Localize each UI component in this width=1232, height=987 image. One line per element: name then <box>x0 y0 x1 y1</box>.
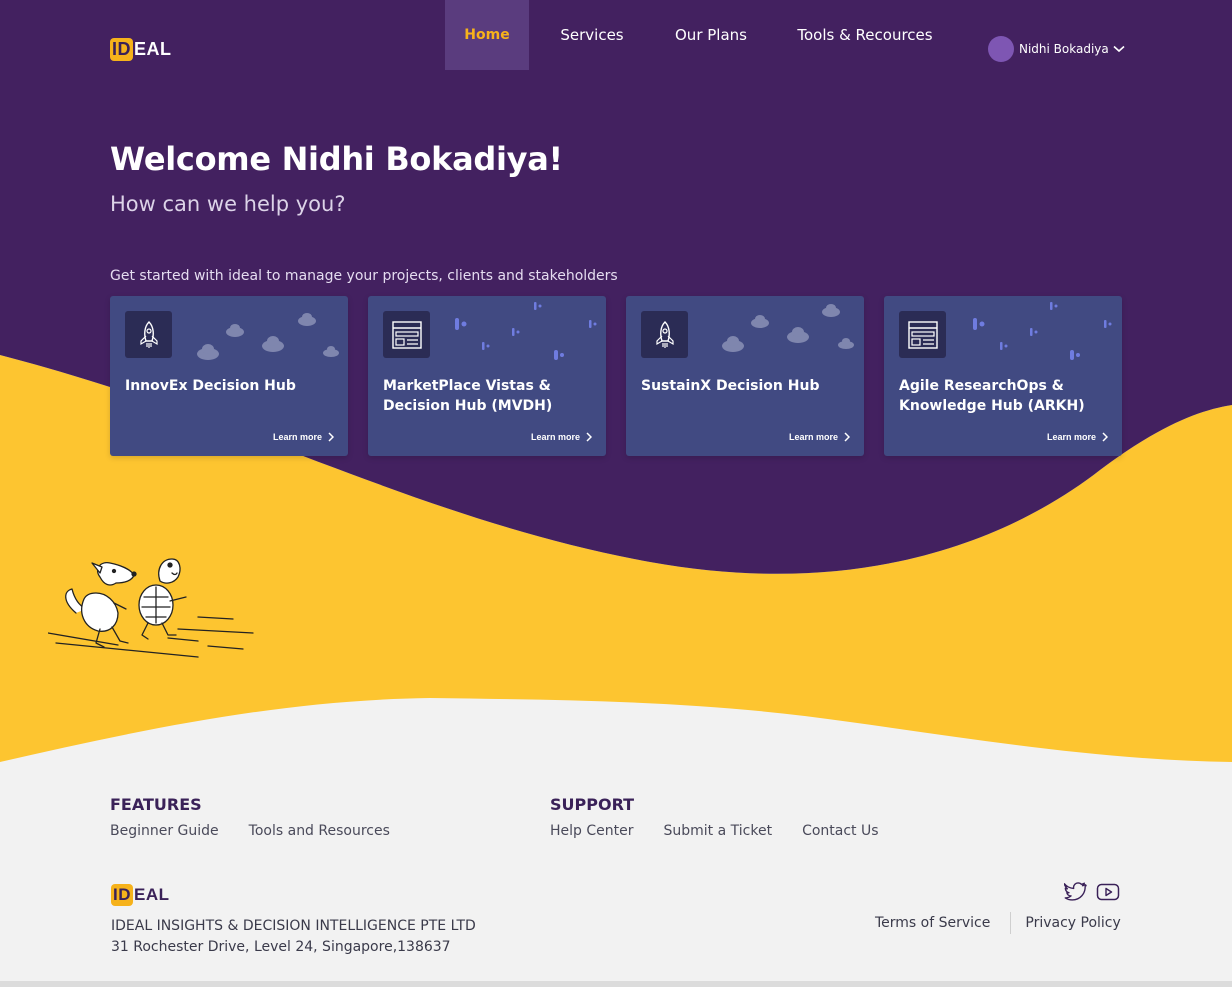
chevron-right-icon <box>1102 432 1108 442</box>
link-tools-resources[interactable]: Tools and Resources <box>249 823 390 839</box>
company-name: IDEAL INSIGHTS & DECISION INTELLIGENCE P… <box>111 918 476 934</box>
support-heading: SUPPORT <box>550 795 635 814</box>
card-sustainx[interactable]: SustainX Decision Hub Learn more <box>626 296 864 456</box>
dots-decoration <box>455 302 597 360</box>
social-links <box>1064 882 1120 902</box>
dots-decoration <box>973 302 1112 360</box>
running-mascots-illustration <box>48 558 254 658</box>
hub-cards: InnovEx Decision Hub Learn more MarketPl… <box>110 296 1122 456</box>
logo-text: EAL <box>134 39 172 59</box>
divider <box>1010 912 1012 934</box>
learn-more-label: Learn more <box>530 432 580 442</box>
features-links: Beginner Guide Tools and Resources <box>110 823 390 839</box>
learn-more-link[interactable]: Learn more <box>789 432 850 442</box>
learn-more-link[interactable]: Learn more <box>1047 432 1108 442</box>
nav-services[interactable]: Services <box>529 0 655 70</box>
card-marketplace-vistas[interactable]: MarketPlace Vistas & Decision Hub (MVDH)… <box>368 296 606 456</box>
welcome-heading: Welcome Nidhi Bokadiya! <box>110 140 563 178</box>
learn-more-label: Learn more <box>788 432 838 442</box>
chevron-right-icon <box>586 432 592 442</box>
logo-mark: ID <box>111 884 133 906</box>
features-heading: FEATURES <box>110 795 202 814</box>
card-innovex[interactable]: InnovEx Decision Hub Learn more <box>110 296 348 456</box>
user-name: Nidhi Bokadiya <box>1019 42 1109 56</box>
avatar[interactable] <box>988 36 1014 62</box>
clouds-decoration <box>722 304 854 352</box>
layout-icon <box>383 311 430 358</box>
link-submit-ticket[interactable]: Submit a Ticket <box>664 823 773 839</box>
link-help-center[interactable]: Help Center <box>550 823 634 839</box>
youtube-icon[interactable] <box>1096 882 1120 902</box>
nav-our-plans[interactable]: Our Plans <box>655 0 767 70</box>
nav-tools-resources[interactable]: Tools & Recources <box>767 0 963 70</box>
card-agile-researchops[interactable]: Agile ResearchOps & Knowledge Hub (ARKH)… <box>884 296 1122 456</box>
learn-more-label: Learn more <box>1046 432 1096 442</box>
layout-icon <box>899 311 946 358</box>
get-started-text: Get started with ideal to manage your pr… <box>110 268 618 284</box>
card-title: MarketPlace Vistas & Decision Hub (MVDH) <box>383 378 553 414</box>
card-title: SustainX Decision Hub <box>641 378 820 394</box>
chevron-right-icon <box>328 432 334 442</box>
company-address: 31 Rochester Drive, Level 24, Singapore,… <box>111 939 451 955</box>
chevron-right-icon <box>844 432 850 442</box>
logo-text: EAL <box>134 885 170 904</box>
clouds-decoration <box>197 313 339 360</box>
support-links: Help Center Submit a Ticket Contact Us <box>550 823 879 839</box>
chevron-down-icon[interactable] <box>1113 45 1125 53</box>
rocket-icon <box>125 311 172 358</box>
logo-mark: ID <box>110 38 133 61</box>
link-terms-of-service[interactable]: Terms of Service <box>875 915 990 931</box>
learn-more-label: Learn more <box>272 432 322 442</box>
legal-links: Terms of Service Privacy Policy <box>875 912 1121 934</box>
footer-logo[interactable]: ID EAL <box>111 884 170 906</box>
twitter-icon[interactable] <box>1064 882 1088 902</box>
user-menu[interactable]: Nidhi Bokadiya <box>988 36 1125 62</box>
link-contact-us[interactable]: Contact Us <box>802 823 878 839</box>
rocket-icon <box>641 311 688 358</box>
main-nav: Home Services Our Plans Tools & Recource… <box>445 0 963 70</box>
bottom-bar <box>0 981 1232 987</box>
learn-more-link[interactable]: Learn more <box>531 432 592 442</box>
logo[interactable]: ID EAL <box>110 38 172 61</box>
welcome-subtitle: How can we help you? <box>110 192 346 216</box>
link-privacy-policy[interactable]: Privacy Policy <box>1025 915 1120 931</box>
card-title: InnovEx Decision Hub <box>125 378 296 394</box>
nav-home[interactable]: Home <box>445 0 529 70</box>
link-beginner-guide[interactable]: Beginner Guide <box>110 823 219 839</box>
learn-more-link[interactable]: Learn more <box>273 432 334 442</box>
card-title: Agile ResearchOps & Knowledge Hub (ARKH) <box>899 378 1085 414</box>
